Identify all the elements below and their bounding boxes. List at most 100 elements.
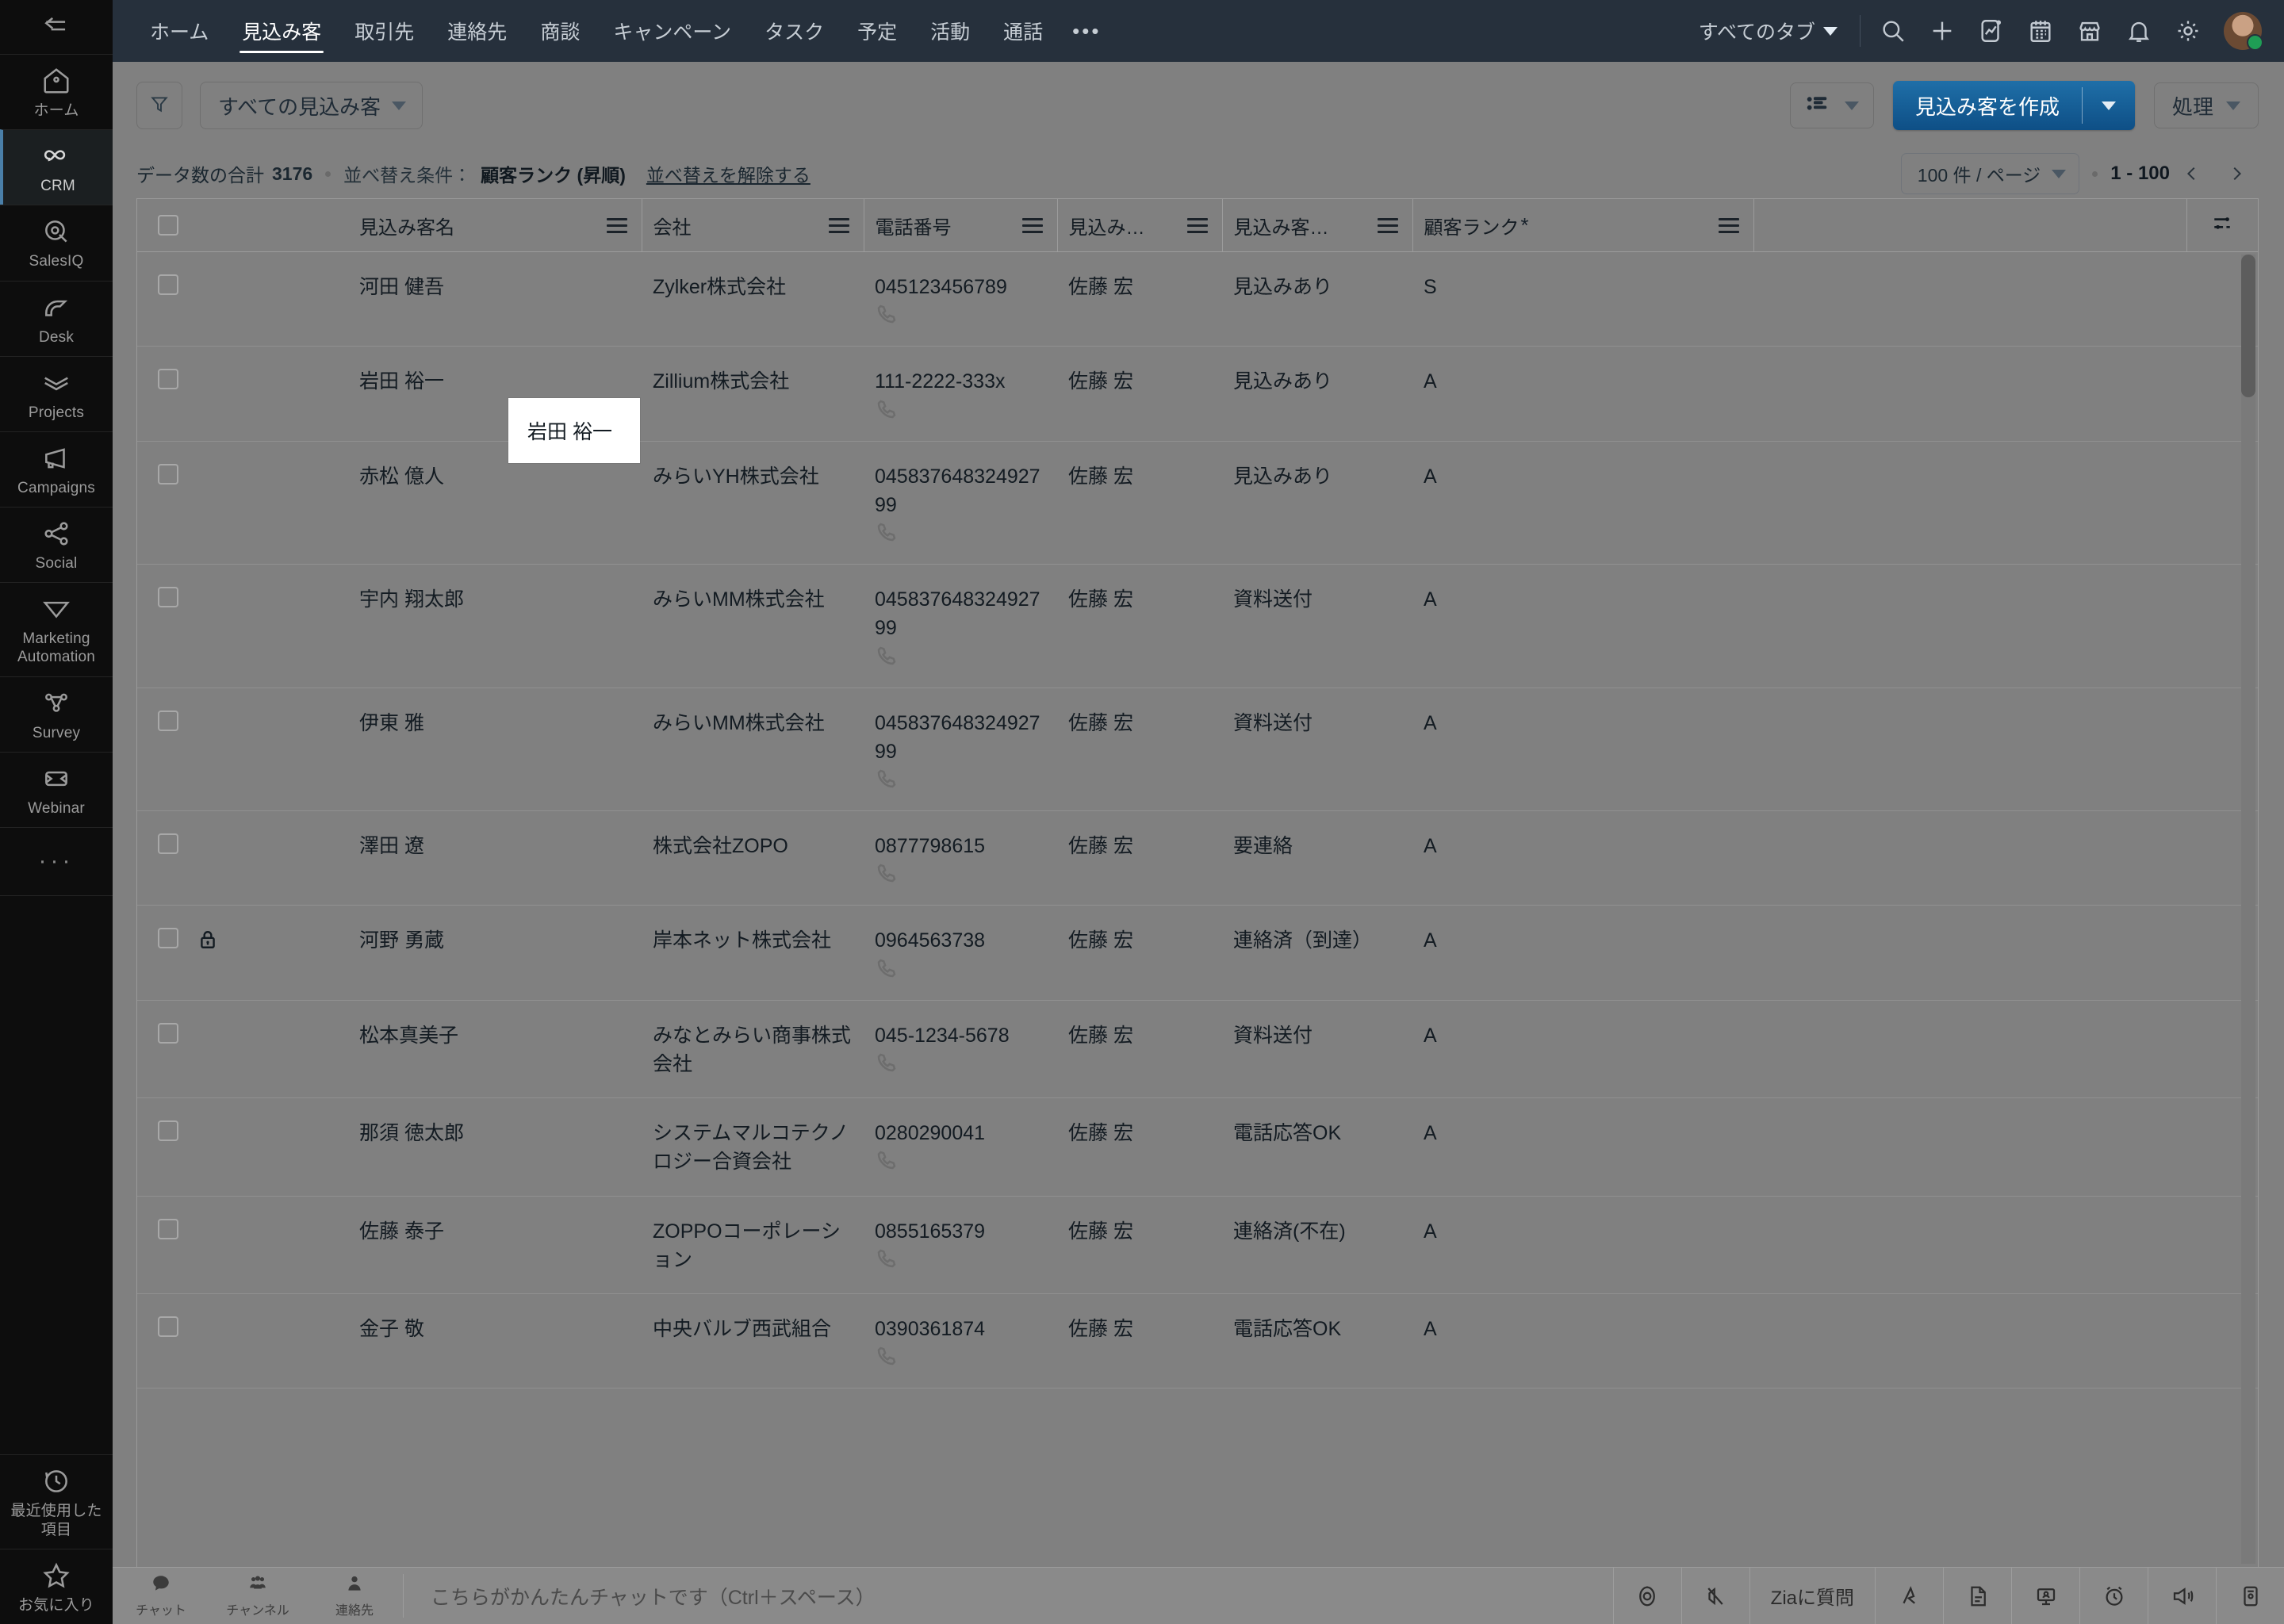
cell-status[interactable]: 見込みあり	[1222, 442, 1412, 510]
tab-calls[interactable]: 通話	[987, 0, 1060, 62]
cell-phone[interactable]: 0964563738	[875, 926, 985, 955]
cell-company[interactable]: Zillium株式会社	[642, 347, 864, 415]
sidebar-item-campaigns[interactable]: Campaigns	[0, 431, 113, 507]
row-checkbox[interactable]	[158, 587, 178, 607]
table-row[interactable]: 松本真美子 みなとみらい商事株式会社 045-1234-5678 佐藤 宏 資料…	[137, 1000, 2258, 1098]
call-icon[interactable]	[875, 519, 900, 545]
cell-phone[interactable]: 0280290041	[875, 1119, 985, 1147]
sidebar-item-projects[interactable]: Projects	[0, 356, 113, 431]
sidebar-item-marketing-automation[interactable]: Marketing Automation	[0, 582, 113, 676]
cell-status[interactable]: 連絡済(不在)	[1222, 1197, 1412, 1265]
create-lead-button[interactable]: 見込み客を作成	[1893, 81, 2135, 130]
cell-rank[interactable]: A	[1412, 1001, 1753, 1069]
name-cell-tooltip[interactable]: 岩田 裕一	[508, 398, 640, 463]
scrollbar-thumb[interactable]	[2241, 255, 2255, 397]
cell-company[interactable]: みらいMM株式会社	[642, 565, 864, 633]
column-company[interactable]: 会社	[642, 199, 864, 252]
clipboard-icon[interactable]	[2216, 1568, 2284, 1624]
column-menu-icon[interactable]	[1378, 213, 1401, 237]
table-row[interactable]: 伊東 雅 みらいMM株式会社 04583764832492799 佐藤 宏 資料…	[137, 688, 2258, 811]
cell-name[interactable]: 金子 敬	[348, 1294, 642, 1362]
cell-company[interactable]: 中央バルブ西武組合	[642, 1294, 864, 1362]
select-all-checkbox[interactable]	[158, 215, 178, 236]
table-vertical-scrollbar[interactable]	[2241, 255, 2255, 1564]
row-checkbox[interactable]	[158, 833, 178, 854]
filter-button[interactable]	[136, 82, 182, 129]
tab-accounts[interactable]: 取引先	[338, 0, 431, 62]
sidebar-item-recent[interactable]: 最近使用した 項目	[0, 1454, 113, 1548]
cell-company[interactable]: みらいMM株式会社	[642, 688, 864, 756]
cell-name[interactable]: 伊東 雅	[348, 688, 642, 756]
call-icon[interactable]	[875, 956, 900, 981]
column-rank[interactable]: 顧客ランク *	[1412, 199, 1753, 252]
tab-meetings[interactable]: 予定	[841, 0, 914, 62]
sidebar-item-home[interactable]: ホーム	[0, 54, 113, 129]
cell-rank[interactable]: A	[1412, 442, 1753, 510]
tab-home[interactable]: ホーム	[133, 0, 225, 62]
chat-tab-chat[interactable]: チャット	[113, 1568, 209, 1624]
cell-name[interactable]: 宇内 翔太郎	[348, 565, 642, 633]
avatar[interactable]	[2224, 12, 2262, 50]
cell-phone[interactable]: 04583764832492799	[875, 709, 1046, 767]
record-icon[interactable]	[1613, 1568, 1681, 1624]
cell-rank[interactable]: A	[1412, 811, 1753, 879]
notes-icon[interactable]	[1943, 1568, 2011, 1624]
column-status[interactable]: 見込み客…	[1222, 199, 1412, 252]
prev-page-button[interactable]	[2170, 153, 2214, 194]
call-icon[interactable]	[875, 301, 900, 327]
list-view-button[interactable]	[1790, 82, 1874, 128]
column-name[interactable]: 見込み客名	[348, 199, 642, 252]
tab-activities[interactable]: 活動	[914, 0, 987, 62]
cell-rank[interactable]: A	[1412, 1098, 1753, 1166]
table-row[interactable]: 河野 勇蔵 岸本ネット株式会社 0964563738 佐藤 宏 連絡済（到達） …	[137, 906, 2258, 1000]
call-icon[interactable]	[875, 1246, 900, 1271]
cell-company[interactable]: 株式会社ZOPO	[642, 811, 864, 879]
bell-icon[interactable]	[2114, 6, 2163, 56]
cell-status[interactable]: 資料送付	[1222, 565, 1412, 633]
rail-collapse-button[interactable]	[0, 0, 113, 54]
clear-sort-link[interactable]: 並べ替えを解除する	[646, 160, 811, 187]
table-row[interactable]: 佐藤 泰子 ZOPPOコーポレーション 0855165379 佐藤 宏 連絡済(…	[137, 1196, 2258, 1294]
cell-status[interactable]: 連絡済（到達）	[1222, 906, 1412, 974]
row-checkbox[interactable]	[158, 274, 178, 295]
chat-tab-contacts[interactable]: 連絡先	[306, 1568, 403, 1624]
call-icon[interactable]	[875, 643, 900, 668]
cell-rank[interactable]: A	[1412, 1294, 1753, 1362]
chat-input[interactable]: こちらがかんたんチャットです（Ctrl＋スペース）	[404, 1568, 1613, 1624]
cell-status[interactable]: 見込みあり	[1222, 347, 1412, 415]
row-checkbox[interactable]	[158, 1023, 178, 1044]
column-menu-icon[interactable]	[607, 213, 630, 237]
sidebar-item-favorites[interactable]: お気に入り	[0, 1549, 113, 1624]
cell-status[interactable]: 資料送付	[1222, 1001, 1412, 1069]
cell-name[interactable]: 松本真美子	[348, 1001, 642, 1069]
column-menu-icon[interactable]	[829, 213, 853, 237]
cell-phone[interactable]: 045-1234-5678	[875, 1021, 1010, 1050]
cell-name[interactable]: 澤田 遼	[348, 811, 642, 879]
table-row[interactable]: 金子 敬 中央バルブ西武組合 0390361874 佐藤 宏 電話応答OK A	[137, 1294, 2258, 1388]
cell-phone[interactable]: 045123456789	[875, 273, 1007, 301]
call-icon[interactable]	[875, 1147, 900, 1173]
sidebar-item-desk[interactable]: Desk	[0, 281, 113, 356]
cell-phone[interactable]: 0877798615	[875, 832, 985, 860]
plus-icon[interactable]	[1918, 6, 1967, 56]
column-menu-icon[interactable]	[1719, 213, 1742, 237]
row-checkbox[interactable]	[158, 369, 178, 389]
cell-company[interactable]: 岸本ネット株式会社	[642, 906, 864, 974]
row-checkbox[interactable]	[158, 928, 178, 948]
all-tabs-dropdown[interactable]: すべてのタブ	[1699, 17, 1860, 45]
cell-rank[interactable]: A	[1412, 906, 1753, 974]
cell-status[interactable]: 見込みあり	[1222, 252, 1412, 320]
per-page-selector[interactable]: 100 件 / ページ	[1901, 153, 2079, 194]
call-icon[interactable]	[875, 396, 900, 422]
column-owner[interactable]: 見込み…	[1057, 199, 1222, 252]
call-icon[interactable]	[875, 766, 900, 791]
cell-name[interactable]: 河野 勇蔵	[348, 906, 642, 974]
view-selector[interactable]: すべての見込み客	[200, 82, 423, 129]
cell-status[interactable]: 電話応答OK	[1222, 1294, 1412, 1362]
column-menu-icon[interactable]	[1187, 213, 1211, 237]
marketplace-icon[interactable]	[2065, 6, 2114, 56]
table-row[interactable]: 宇内 翔太郎 みらいMM株式会社 04583764832492799 佐藤 宏 …	[137, 565, 2258, 688]
cell-rank[interactable]: A	[1412, 688, 1753, 756]
cell-rank[interactable]: A	[1412, 347, 1753, 415]
cell-status[interactable]: 要連絡	[1222, 811, 1412, 879]
